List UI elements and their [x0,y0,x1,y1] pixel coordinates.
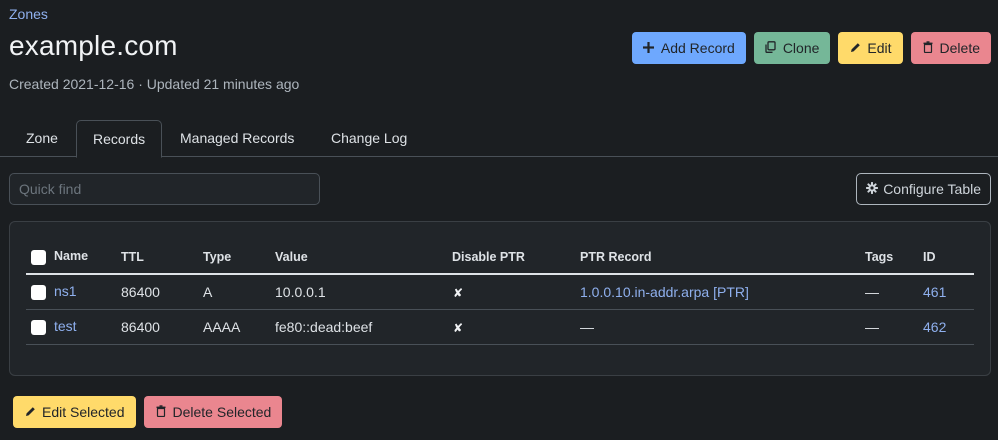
record-value: 10.0.0.1 [275,274,452,310]
gear-icon [866,181,879,197]
tab-zone[interactable]: Zone [10,120,74,157]
copy-icon [765,41,777,55]
column-header-disable-ptr: Disable PTR [452,241,580,275]
trash-icon [155,405,167,419]
tab-bar: Zone Records Managed Records Change Log [0,120,998,158]
disable-ptr-cross-icon: ✘ [453,320,464,335]
disable-ptr-cross-icon: ✘ [453,285,464,300]
column-header-id: ID [923,241,974,275]
page-subtitle: Created 2021-12-16 · Updated 21 minutes … [9,76,300,92]
records-card: Name TTL Type Value Disable PTR PTR Reco… [9,221,991,376]
row-select-checkbox[interactable] [31,285,46,301]
column-header-ptr-record: PTR Record [580,241,865,275]
delete-button[interactable]: Delete [910,32,991,64]
row-select-checkbox[interactable] [31,319,46,335]
record-ttl: 86400 [121,309,203,345]
table-header-row: Name TTL Type Value Disable PTR PTR Reco… [26,241,974,275]
delete-selected-label: Delete Selected [172,404,272,420]
page-title: example.com [9,30,178,61]
record-id-link[interactable]: 461 [923,284,946,300]
ptr-record-link[interactable]: 1.0.0.10.in-addr.arpa [PTR] [580,284,749,300]
column-header-name: Name [26,241,121,275]
record-tags: — [865,309,923,345]
records-table: Name TTL Type Value Disable PTR PTR Reco… [26,241,974,345]
record-name-link[interactable]: ns1 [54,283,77,299]
column-header-value: Value [275,241,452,275]
select-all-checkbox[interactable] [31,249,46,265]
breadcrumb-zones-link[interactable]: Zones [9,6,48,22]
delete-label: Delete [939,40,980,56]
configure-table-button[interactable]: Configure Table [856,173,991,205]
plus-icon [643,41,655,55]
record-type: AAAA [203,309,275,345]
ptr-record-empty: — [580,309,865,345]
edit-selected-button[interactable]: Edit Selected [13,396,136,428]
delete-selected-button[interactable]: Delete Selected [143,396,283,428]
header-actions: Add Record Clone Edit Delete [631,32,991,64]
edit-selected-label: Edit Selected [42,404,125,420]
edit-label: Edit [867,40,892,56]
table-row: test 86400 AAAA fe80::dead:beef ✘ — — 46… [26,309,974,345]
record-tags: — [865,274,923,310]
column-name-label: Name [54,249,89,264]
tab-records[interactable]: Records [76,120,163,158]
configure-table-label: Configure Table [883,181,981,197]
pencil-icon [849,42,861,55]
record-type: A [203,274,275,310]
bulk-actions: Edit Selected Delete Selected [13,396,283,428]
tab-change-log[interactable]: Change Log [315,120,423,157]
column-header-type: Type [203,241,275,275]
quick-find-input[interactable] [9,173,320,205]
add-record-label: Add Record [660,40,735,56]
tab-managed-records[interactable]: Managed Records [164,120,310,157]
record-value: fe80::dead:beef [275,309,452,345]
record-ttl: 86400 [121,274,203,310]
add-record-button[interactable]: Add Record [631,32,746,64]
table-row: ns1 86400 A 10.0.0.1 ✘ 1.0.0.10.in-addr.… [26,274,974,310]
pencil-icon [24,406,36,419]
trash-icon [922,41,934,55]
record-id-link[interactable]: 462 [923,319,946,335]
column-header-ttl: TTL [121,241,203,275]
clone-label: Clone [782,40,820,56]
column-header-tags: Tags [865,241,923,275]
edit-button[interactable]: Edit [838,32,903,64]
record-name-link[interactable]: test [54,318,77,334]
clone-button[interactable]: Clone [753,32,831,64]
